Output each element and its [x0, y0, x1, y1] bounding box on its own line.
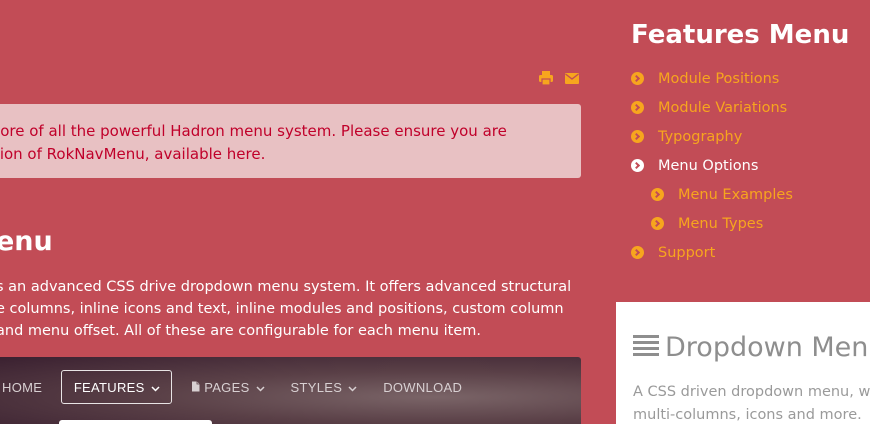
chevron-down-icon [256, 380, 265, 395]
intro-line-1: s an advanced CSS drive dropdown menu sy… [0, 279, 572, 295]
sidebar-item-label: Menu Types [678, 215, 764, 232]
demo-nav-download[interactable]: DOWNLOAD [370, 370, 475, 404]
sidebar-item-label: Module Positions [658, 70, 780, 87]
demo-nav-styles-label: STYLES [290, 379, 343, 395]
card-description: A CSS driven dropdown menu, wit multi-co… [633, 381, 870, 424]
sidebar-item-label: Support [658, 244, 716, 261]
main-content: ns core of all the powerful Hadron menu … [0, 0, 600, 424]
alert-box: core of all the powerful Hadron menu sys… [0, 104, 581, 178]
intro-paragraph: s an advanced CSS drive dropdown menu sy… [0, 276, 572, 342]
demo-nav-home[interactable]: HOME [0, 370, 55, 404]
chevron-circle-right-icon [631, 246, 644, 259]
chevron-circle-right-icon [651, 217, 664, 230]
chevron-down-icon [348, 380, 357, 395]
card-title-text: Dropdown Menu [665, 332, 870, 363]
page-icon [191, 380, 200, 395]
features-menu: Module Positions Module Variations Typog… [631, 64, 793, 267]
alert-line-2-suffix: . [260, 145, 266, 163]
chevron-circle-right-icon [631, 159, 644, 172]
chevron-circle-right-icon [651, 188, 664, 201]
dropdown-menu-card: Dropdown Menu A CSS driven dropdown menu… [616, 302, 870, 424]
sidebar-item-label: Menu Examples [678, 186, 793, 203]
demo-nav-styles[interactable]: STYLES [278, 370, 371, 404]
sidebar-item-menu-types[interactable]: Menu Types [631, 209, 793, 238]
alert-line-2-prefix: sion of RokNavMenu, available [0, 145, 227, 163]
sidebar-item-menu-examples[interactable]: Menu Examples [631, 180, 793, 209]
sidebar-item-label: Menu Options [658, 157, 759, 174]
demo-nav-bar: HOME FEATURES PAGES STYLES DOWNLOAD [0, 369, 475, 405]
chevron-circle-right-icon [631, 72, 644, 85]
card-desc-line-2: multi-columns, icons and more. [633, 407, 862, 423]
intro-line-2: e columns, inline icons and text, inline… [0, 301, 564, 317]
demo-dropdown-panel [59, 420, 212, 424]
alert-line-2: sion of RokNavMenu, available here. [0, 143, 581, 166]
section-title: enu [0, 226, 53, 257]
sidebar-item-module-positions[interactable]: Module Positions [631, 64, 793, 93]
demo-nav-home-label: HOME [2, 379, 43, 395]
sidebar-item-module-variations[interactable]: Module Variations [631, 93, 793, 122]
chevron-down-icon [151, 380, 160, 395]
card-desc-line-1: A CSS driven dropdown menu, wit [633, 384, 870, 400]
alert-line-1: core of all the powerful Hadron menu sys… [0, 122, 507, 140]
demo-nav-pages-label: PAGES [204, 379, 250, 395]
menu-demo-image: HOME FEATURES PAGES STYLES DOWNLOAD [0, 357, 581, 424]
sidebar-item-support[interactable]: Support [631, 238, 793, 267]
email-icon[interactable] [564, 70, 580, 86]
chevron-circle-right-icon [631, 101, 644, 114]
demo-nav-features[interactable]: FEATURES [61, 370, 173, 404]
chevron-circle-right-icon [631, 130, 644, 143]
sidebar-item-label: Typography [658, 128, 743, 145]
menu-lines-icon [633, 332, 659, 363]
print-icon[interactable] [538, 70, 554, 86]
alert-download-link[interactable]: here [227, 145, 261, 163]
sidebar-title: Features Menu [631, 20, 850, 50]
card-title: Dropdown Menu [633, 332, 870, 363]
sidebar-item-label: Module Variations [658, 99, 788, 116]
demo-nav-pages[interactable]: PAGES [178, 370, 277, 404]
demo-nav-download-label: DOWNLOAD [383, 379, 463, 395]
sidebar-item-menu-options[interactable]: Menu Options [631, 151, 793, 180]
article-tools [538, 70, 580, 86]
sidebar-item-typography[interactable]: Typography [631, 122, 793, 151]
intro-line-3: and menu offset. All of these are config… [0, 323, 481, 339]
demo-nav-features-label: FEATURES [73, 379, 145, 395]
